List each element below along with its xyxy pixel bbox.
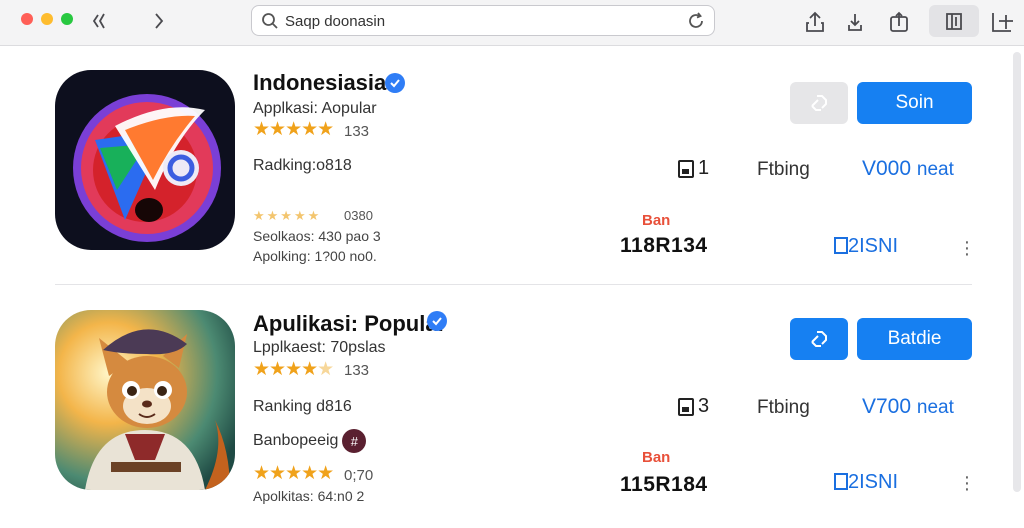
verified-badge-icon: [385, 73, 405, 93]
star-rating-icon: ★★★★★: [253, 359, 334, 380]
new-tab-icon[interactable]: [990, 9, 1016, 35]
scrollbar[interactable]: [1013, 52, 1021, 492]
back-forward-icon[interactable]: [92, 8, 118, 34]
app-title[interactable]: Apulikasi: Popular: [253, 311, 446, 337]
tabs-button[interactable]: [929, 5, 979, 37]
price-unit: neat: [916, 159, 954, 180]
badge-line: Banbopeeig #: [253, 429, 367, 453]
media-icon: [678, 159, 694, 178]
browser-toolbar: Saqp doonasin: [0, 0, 1024, 46]
stat-count: 1: [678, 157, 709, 180]
app-icon-image[interactable]: [55, 310, 235, 490]
hash-badge-icon: #: [342, 429, 367, 453]
rating-count: 133: [344, 362, 370, 379]
price: V000 neat: [862, 157, 954, 181]
detail-line: Apolking: 1?00 no0.: [253, 248, 377, 264]
external-link[interactable]: 2ISNI: [834, 471, 898, 494]
stat-count: 3: [678, 395, 709, 418]
upload-icon[interactable]: [886, 9, 912, 35]
price-value: V000: [862, 157, 912, 180]
rating-label: Ftbing: [757, 159, 810, 180]
link-icon: [811, 95, 827, 111]
link-text: 2ISNI: [848, 235, 899, 257]
reload-icon[interactable]: [686, 11, 706, 31]
big-number: 118R134: [620, 234, 708, 257]
link-text: 2ISNI: [848, 471, 899, 493]
link-button[interactable]: [790, 82, 848, 124]
address-bar[interactable]: Saqp doonasin: [251, 5, 715, 36]
price: V700 neat: [862, 395, 954, 419]
detail-line: Seolkaos: 430 pao 3: [253, 228, 381, 244]
price-value: V700: [862, 395, 912, 418]
badge-text: Banbopeeig: [253, 432, 339, 450]
link-button[interactable]: [790, 318, 848, 360]
detail-line: Apolkitas: 64:n0 2: [253, 488, 365, 504]
link-icon: [811, 331, 827, 347]
minimize-window-button[interactable]: [41, 13, 53, 25]
app-subtitle: Lpplkaest: 70pslas: [253, 339, 386, 356]
red-tag: Ban: [642, 212, 671, 229]
media-icon: [678, 397, 694, 416]
app-title[interactable]: Indonesiasia: [253, 70, 386, 96]
ranking-text: Ranking d816: [253, 398, 352, 415]
download-icon[interactable]: [842, 9, 868, 35]
rating-count: 133: [344, 123, 370, 140]
divider: [55, 284, 972, 285]
zoom-window-button[interactable]: [61, 13, 73, 25]
search-icon: [262, 13, 278, 29]
address-text: Saqp doonasin: [285, 13, 386, 30]
more-options-icon[interactable]: · · ·: [960, 232, 974, 264]
star-rating-icon: ★★★★★: [253, 463, 334, 484]
rating-count: 0;70: [344, 467, 374, 484]
faint-rating-count: 0380: [344, 208, 373, 223]
share-icon[interactable]: [802, 9, 828, 35]
rating-label: Ftbing: [757, 397, 810, 418]
close-window-button[interactable]: [21, 13, 33, 25]
box-icon: [834, 237, 848, 254]
verified-badge-icon: [427, 311, 447, 331]
primary-action-button[interactable]: Soin: [857, 82, 972, 124]
app-card[interactable]: Apulikasi: Popular Lpplkaest: 70pslas ★★…: [0, 298, 1024, 528]
external-link[interactable]: 2ISNI: [834, 235, 898, 258]
stat-count-value: 3: [698, 395, 710, 417]
stat-count-value: 1: [698, 157, 710, 179]
half-star-icon: ★: [317, 359, 334, 380]
app-card[interactable]: Indonesiasia Applkasi: Aopular ★★★★★ 133…: [0, 56, 1024, 286]
star-rating-icon: ★★★★★: [253, 119, 334, 140]
red-tag: Ban: [642, 449, 671, 466]
app-subtitle: Applkasi: Aopular: [253, 100, 377, 117]
box-icon: [834, 473, 848, 490]
faint-star-rating-icon: ★★★★★: [253, 208, 322, 223]
primary-action-button[interactable]: Batdie: [857, 318, 972, 360]
tabs-icon: [946, 13, 962, 30]
price-unit: neat: [916, 397, 954, 418]
more-options-icon[interactable]: · · ·: [960, 467, 974, 499]
big-number: 115R184: [620, 473, 708, 496]
ranking-text: Radking:o818: [253, 157, 352, 174]
app-icon-image[interactable]: [55, 70, 235, 250]
forward-icon[interactable]: [146, 8, 172, 34]
